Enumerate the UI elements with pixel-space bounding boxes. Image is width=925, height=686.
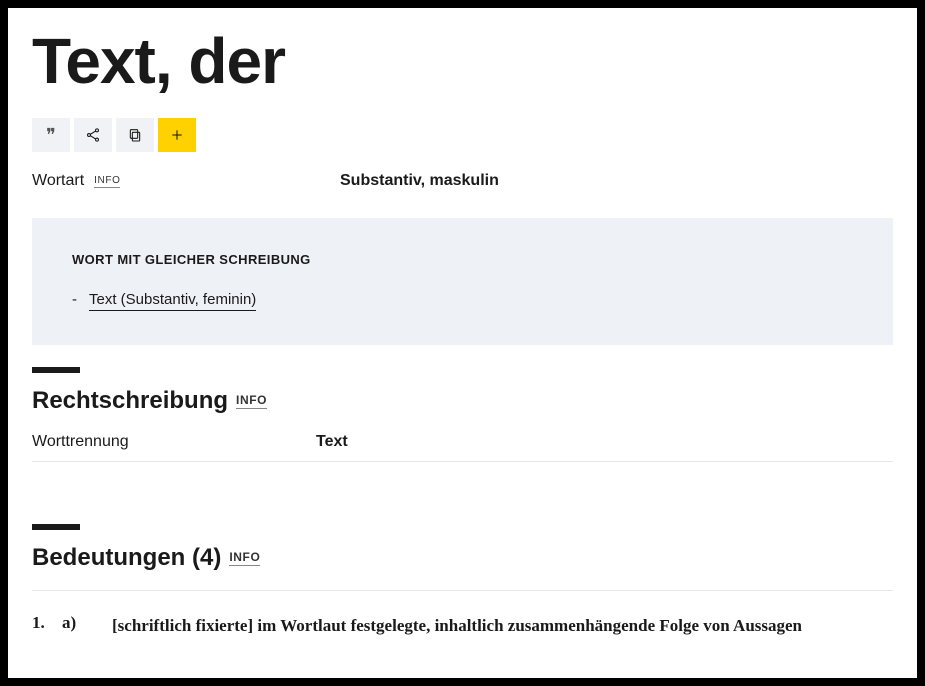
meaning-number: 1. — [32, 613, 54, 639]
spelling-heading: Rechtschreibung — [32, 387, 228, 415]
meanings-divider — [32, 590, 893, 591]
worttrennung-value: Text — [316, 433, 348, 451]
callout-link[interactable]: Text (Substantiv, feminin) — [89, 291, 256, 311]
section-mark — [32, 524, 80, 530]
meaning-subletter: a) — [62, 613, 90, 639]
meaning-text: [schriftlich fixierte] im Wortlaut festg… — [112, 613, 893, 639]
quote-icon: ❞ — [46, 125, 56, 146]
meanings-info-link[interactable]: INFO — [229, 550, 260, 566]
wortart-label: Wortart — [32, 172, 84, 190]
section-mark — [32, 367, 80, 373]
meanings-heading-wrap: Bedeutungen (4) INFO — [32, 544, 893, 572]
meaning-item: 1. a) [schriftlich fixierte] im Wortlaut… — [32, 613, 893, 639]
callout-bullet: - — [72, 291, 77, 308]
callout-title: WORT MIT GLEICHER SCHREIBUNG — [72, 252, 853, 267]
copy-icon — [127, 127, 143, 143]
wortart-row: Wortart INFO Substantiv, maskulin — [32, 172, 893, 190]
spelling-section: Rechtschreibung INFO Worttrennung Text — [32, 367, 893, 462]
plus-icon — [169, 127, 185, 143]
action-toolbar: ❞ — [32, 118, 893, 152]
wortart-label-wrap: Wortart INFO — [32, 172, 340, 190]
headword-title: Text, der — [32, 26, 893, 96]
wortart-info-link[interactable]: INFO — [94, 175, 120, 188]
worttrennung-row: Worttrennung Text — [32, 433, 893, 462]
share-button[interactable] — [74, 118, 112, 152]
cite-button[interactable]: ❞ — [32, 118, 70, 152]
share-icon — [85, 127, 101, 143]
copy-button[interactable] — [116, 118, 154, 152]
dictionary-entry-page: Text, der ❞ Wortart INFO Substantiv, mas… — [8, 8, 917, 678]
meanings-section: Bedeutungen (4) INFO 1. a) [schriftlich … — [32, 524, 893, 639]
spelling-heading-wrap: Rechtschreibung INFO — [32, 387, 893, 415]
wortart-value: Substantiv, maskulin — [340, 172, 499, 190]
meanings-heading: Bedeutungen (4) — [32, 544, 221, 572]
worttrennung-label: Worttrennung — [32, 433, 316, 451]
same-spelling-callout: WORT MIT GLEICHER SCHREIBUNG - Text (Sub… — [32, 218, 893, 345]
callout-item: - Text (Substantiv, feminin) — [72, 291, 853, 311]
add-button[interactable] — [158, 118, 196, 152]
spelling-info-link[interactable]: INFO — [236, 393, 267, 409]
